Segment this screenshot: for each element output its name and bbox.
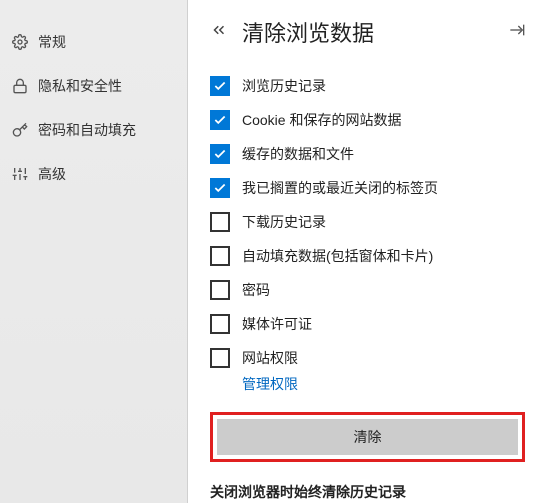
clear-button[interactable]: 清除 xyxy=(217,419,518,455)
checkbox-label: 密码 xyxy=(242,280,270,300)
checkbox-row: Cookie 和保存的网站数据 xyxy=(210,110,525,130)
checkbox-label: 我已搁置的或最近关闭的标签页 xyxy=(242,178,438,198)
checkbox-label: 网站权限 xyxy=(242,348,298,368)
lock-icon xyxy=(10,78,30,94)
checkbox-row: 缓存的数据和文件 xyxy=(210,144,525,164)
checkbox-label: 缓存的数据和文件 xyxy=(242,144,354,164)
main-panel: 清除浏览数据 浏览历史记录 Cookie 和保存的网站数据缓存的数据和文件我已搁置… xyxy=(188,0,547,503)
sidebar-item-passwords[interactable]: 密码和自动填充 xyxy=(0,108,187,152)
pin-icon[interactable] xyxy=(509,22,525,43)
sidebar-item-label: 高级 xyxy=(38,164,66,184)
checkbox-row: 我已搁置的或最近关闭的标签页 xyxy=(210,178,525,198)
checkbox[interactable] xyxy=(210,110,230,130)
checkbox[interactable] xyxy=(210,178,230,198)
sidebar-item-general[interactable]: 常规 xyxy=(0,20,187,64)
sidebar-item-label: 常规 xyxy=(38,32,66,52)
key-icon xyxy=(10,122,30,138)
checkbox-label: 浏览历史记录 xyxy=(242,76,326,96)
settings-icon xyxy=(10,166,30,182)
checkbox[interactable] xyxy=(210,246,230,266)
panel-header: 清除浏览数据 xyxy=(210,16,525,48)
checkbox-row: 媒体许可证 xyxy=(210,314,525,334)
checkbox-list: 浏览历史记录 Cookie 和保存的网站数据缓存的数据和文件我已搁置的或最近关闭的… xyxy=(210,76,525,368)
checkbox-label: 媒体许可证 xyxy=(242,314,312,334)
checkbox-row: 下载历史记录 xyxy=(210,212,525,232)
checkbox[interactable] xyxy=(210,280,230,300)
checkbox-row: 密码 xyxy=(210,280,525,300)
checkbox[interactable] xyxy=(210,314,230,334)
settings-sidebar: 常规 隐私和安全性 密码和自动填充 高级 xyxy=(0,0,188,503)
checkbox[interactable] xyxy=(210,348,230,368)
sidebar-item-advanced[interactable]: 高级 xyxy=(0,152,187,196)
checkbox[interactable] xyxy=(210,144,230,164)
clear-button-highlight: 清除 xyxy=(210,412,525,462)
checkbox[interactable] xyxy=(210,76,230,96)
checkbox-row: 网站权限 xyxy=(210,348,525,368)
checkbox[interactable] xyxy=(210,212,230,232)
sidebar-item-label: 密码和自动填充 xyxy=(38,120,136,140)
checkbox-label: 自动填充数据(包括窗体和卡片) xyxy=(242,246,433,266)
manage-permissions-link[interactable]: 管理权限 xyxy=(242,374,525,394)
checkbox-row: 浏览历史记录 xyxy=(210,76,525,96)
always-clear-label: 关闭浏览器时始终清除历史记录 xyxy=(210,482,525,502)
checkbox-label: 下载历史记录 xyxy=(242,212,326,232)
sidebar-item-privacy[interactable]: 隐私和安全性 xyxy=(0,64,187,108)
checkbox-row: 自动填充数据(包括窗体和卡片) xyxy=(210,246,525,266)
sidebar-item-label: 隐私和安全性 xyxy=(38,76,122,96)
panel-title: 清除浏览数据 xyxy=(242,16,509,48)
checkbox-label: Cookie 和保存的网站数据 xyxy=(242,110,401,130)
gear-icon xyxy=(10,34,30,50)
back-icon[interactable] xyxy=(210,21,228,44)
